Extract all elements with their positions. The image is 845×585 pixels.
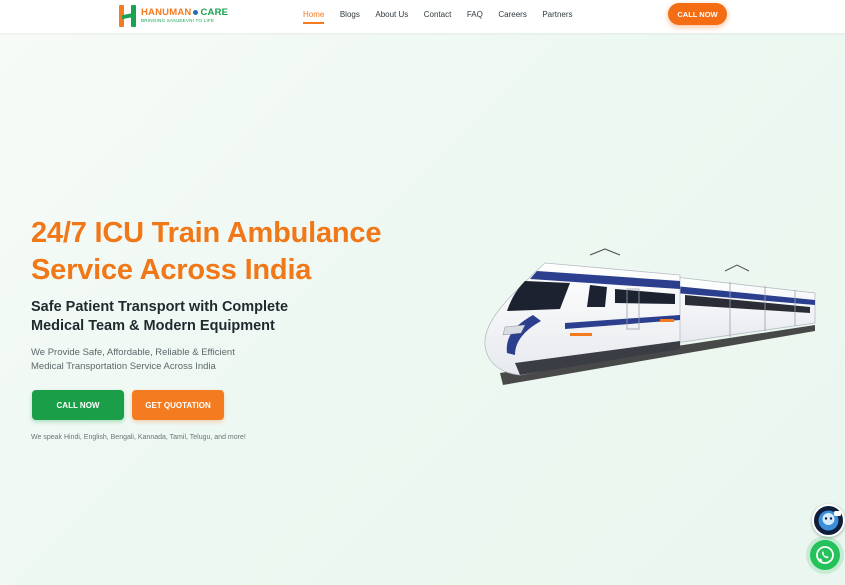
nav-about-us[interactable]: About Us (375, 10, 408, 19)
site-header: HANUMAN CARE BRINGING SANJEEVNI TO LIFE … (0, 0, 845, 33)
hero-title-line2: Service Across India (31, 254, 312, 286)
languages-note: We speak Hindi, English, Bengali, Kannad… (31, 434, 246, 441)
logo-name-part1: HANUMAN (141, 6, 192, 18)
hero-title-line1: 24/7 ICU Train Ambulance (31, 217, 382, 249)
hero-description: We Provide Safe, Affordable, Reliable & … (31, 346, 291, 374)
nav-home[interactable]: Home (303, 10, 325, 24)
hero-title: 24/7 ICU Train Ambulance Service Across … (31, 215, 451, 289)
get-quotation-button[interactable]: GET QUOTATION (132, 390, 224, 420)
logo-tagline: BRINGING SANJEEVNI TO LIFE (141, 18, 215, 24)
hero-subtitle: Safe Patient Transport with Complete Med… (31, 298, 331, 335)
logo-name-part2: CARE (200, 6, 229, 18)
whatsapp-icon (816, 546, 834, 564)
vande-bharat-train-image (484, 248, 816, 385)
nav-blogs[interactable]: Blogs (340, 10, 360, 19)
nav-faq[interactable]: FAQ (467, 10, 483, 19)
brand-logo[interactable]: HANUMAN CARE BRINGING SANJEEVNI TO LIFE (118, 3, 228, 29)
hero-desc-line1: We Provide Safe, Affordable, Reliable & … (31, 347, 235, 358)
nav-partners[interactable]: Partners (542, 10, 572, 19)
hero-call-now-button[interactable]: CALL NOW (32, 390, 124, 420)
chatbot-button[interactable] (812, 504, 845, 537)
logo-h-icon (118, 5, 138, 27)
logo-title: HANUMAN CARE (141, 8, 228, 18)
whatsapp-button[interactable] (810, 540, 840, 570)
logo-dot-icon (193, 10, 199, 16)
hero-desc-line2: Medical Transportation Service Across In… (31, 361, 216, 372)
hero-subtitle-line2: Medical Team & Modern Equipment (31, 317, 275, 334)
header-call-now-button[interactable]: CALL NOW (668, 3, 727, 25)
nav-contact[interactable]: Contact (424, 10, 452, 19)
chatbot-icon (818, 510, 841, 531)
logo-text: HANUMAN CARE BRINGING SANJEEVNI TO LIFE (141, 8, 228, 24)
hero-subtitle-line1: Safe Patient Transport with Complete (31, 299, 289, 315)
nav-careers[interactable]: Careers (498, 10, 526, 19)
main-nav: Home Blogs About Us Contact FAQ Careers … (303, 10, 588, 24)
